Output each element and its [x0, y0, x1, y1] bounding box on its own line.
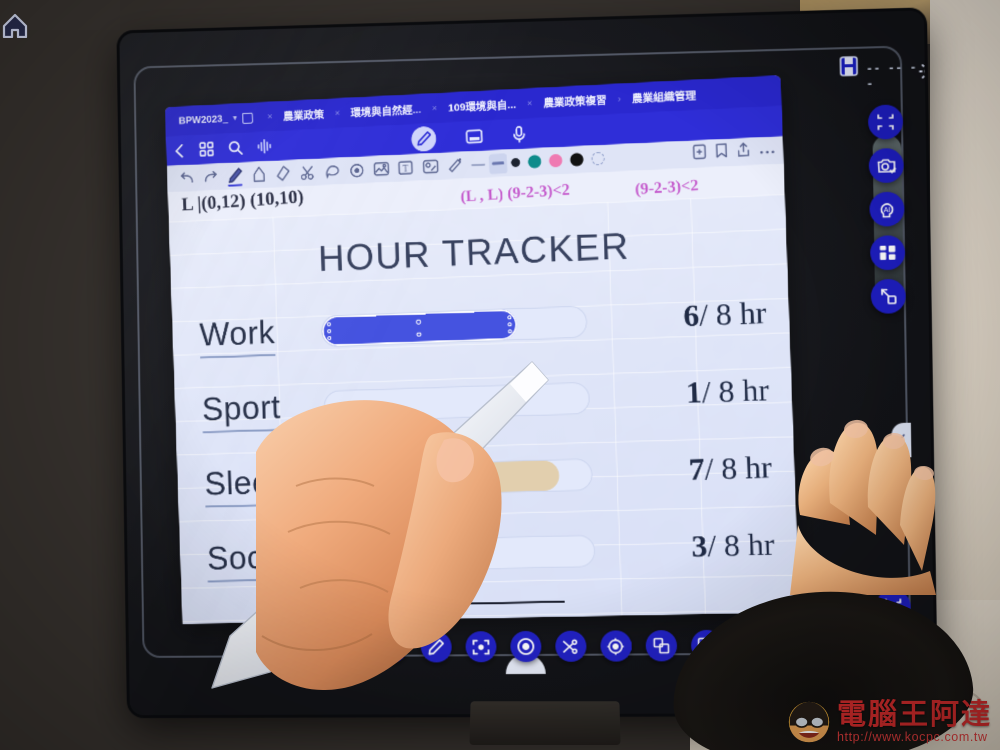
handwritten-note-pink-2: (9-2-3)<2 [634, 177, 699, 199]
tab-close-icon[interactable]: × [518, 98, 542, 109]
document-icon [242, 111, 254, 124]
page-add-icon[interactable] [693, 143, 707, 164]
undo-icon[interactable] [175, 167, 200, 190]
grid-apps-icon[interactable] [199, 141, 215, 157]
apps-grid-icon[interactable] [869, 235, 906, 271]
right-sidebar: AI [866, 104, 908, 314]
tab-zhengce-fuxi[interactable]: 農業政策複習 [541, 92, 609, 110]
color-swatch-pink[interactable] [548, 153, 563, 168]
tracker-value-sleep: 7/ 8 hr [688, 449, 773, 487]
laser-pointer-icon[interactable] [442, 154, 468, 177]
watermark-avatar [788, 701, 830, 743]
tracker-label-work: Work [193, 312, 322, 359]
toolbar-right-group [693, 140, 776, 164]
progress-fill-work [321, 307, 518, 348]
tab-nongye-zhengce[interactable]: 農業政策 [281, 106, 326, 123]
tracker-value-work: 6/ 8 hr [682, 294, 767, 334]
pen-tool-icon[interactable] [223, 164, 248, 187]
file-tab[interactable]: BPW2023_ ▼ [173, 111, 259, 127]
bookmark-icon[interactable] [715, 142, 728, 163]
monitor-stand [469, 701, 621, 746]
watermark: 電腦王阿達 http://www.kocpc.com.tw [787, 700, 992, 744]
search-icon[interactable] [227, 140, 243, 156]
microphone-mode-icon[interactable] [512, 125, 526, 143]
spotlight-target-icon[interactable] [599, 630, 632, 662]
tab-zuzhi-guanli[interactable]: 農業組織管理 [630, 87, 699, 106]
shape-circle-icon[interactable] [344, 159, 369, 182]
home-icon[interactable] [0, 10, 30, 39]
cut-scissors-icon[interactable] [554, 630, 587, 662]
tab-close-icon[interactable]: × [326, 108, 349, 119]
os-top-bar: -- -- -- [119, 10, 924, 91]
progress-bar-work[interactable] [320, 305, 588, 348]
custom-color-icon[interactable] [591, 151, 605, 166]
file-tab-label: BPW2023_ [178, 113, 228, 127]
highlighter-tool-icon[interactable] [247, 163, 272, 186]
hand-holding-stylus [248, 390, 548, 691]
pen-mode-icon[interactable] [411, 125, 437, 152]
text-box-icon[interactable]: T [393, 156, 418, 179]
photo-scene: -- -- -- BPW2023_ ▼ × 農業政策 × 環境與自然經... ×… [0, 0, 1000, 750]
handwritten-note-pink-1: (L , L) (9-2-3)<2 [460, 181, 571, 206]
selection-handle-right[interactable] [504, 307, 516, 341]
handwritten-note-dark: L |(0,12) (10,10) [181, 186, 305, 216]
more-options-icon[interactable] [759, 141, 775, 160]
eraser-tool-icon[interactable] [271, 162, 296, 185]
insert-image-icon[interactable] [368, 157, 393, 180]
image-mode-icon[interactable] [466, 128, 483, 144]
color-swatch-dark[interactable] [510, 157, 521, 168]
share-icon[interactable] [737, 141, 751, 162]
stroke-width-thick[interactable] [488, 152, 508, 174]
tab-close-icon[interactable]: × [258, 111, 281, 122]
save-icon[interactable] [838, 55, 859, 78]
watermark-text: 電腦王阿達 http://www.kocpc.com.tw [836, 697, 992, 745]
camera-check-icon[interactable] [868, 147, 904, 184]
color-swatch-teal[interactable] [527, 154, 542, 169]
selection-mid-dots [416, 319, 422, 337]
watermark-brand: 電腦王阿達 [836, 697, 992, 731]
svg-text:T: T [403, 163, 409, 173]
watermark-url: http://www.kocpc.com.tw [836, 730, 988, 744]
tracker-value-sport: 1/ 8 hr [685, 371, 770, 410]
drag-resize-icon[interactable] [870, 278, 907, 314]
tab-close-icon[interactable]: × [423, 103, 446, 114]
scissors-tool-icon[interactable] [295, 161, 320, 184]
tab-close-icon[interactable]: › [609, 93, 631, 104]
lasso-select-icon[interactable] [319, 160, 344, 183]
audio-waveform-icon[interactable] [256, 138, 272, 155]
color-swatch-black[interactable] [570, 152, 584, 167]
hand-touching-screen [790, 395, 940, 595]
selection-handle-left[interactable] [323, 314, 335, 348]
redo-icon[interactable] [198, 166, 223, 189]
collapse-corners-icon[interactable] [867, 104, 904, 140]
tab-109-huanjing[interactable]: 109環境與自... [446, 96, 518, 115]
sticker-icon[interactable] [417, 155, 442, 178]
page-title: HOUR TRACKER [317, 225, 631, 280]
duplicate-window-icon[interactable] [644, 630, 677, 662]
tab-huanjing-ziran[interactable]: 環境與自然經... [348, 101, 423, 120]
ai-assistant-icon[interactable]: AI [869, 191, 905, 227]
center-mode-tools [411, 121, 526, 152]
stroke-width-thin[interactable] [471, 162, 486, 166]
chevron-down-icon[interactable]: ▼ [232, 115, 239, 122]
tracker-value-social: 3/ 8 hr [690, 526, 776, 564]
svg-text:AI: AI [883, 207, 890, 214]
chevron-left-icon[interactable] [174, 143, 186, 158]
